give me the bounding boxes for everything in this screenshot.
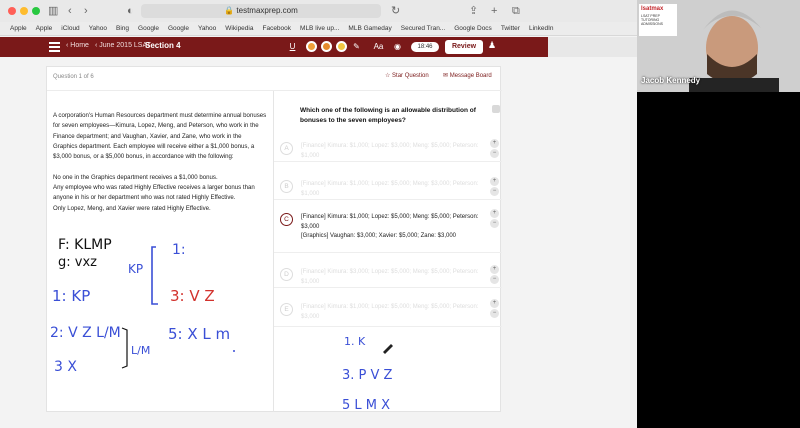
app-toolbar: ‹ Home ‹ June 2015 LSAT Section 4 U ✎ Aa… (0, 37, 548, 57)
answer-option-a[interactable]: A [Finance] Kimura: $1,000; Lopez: $3,00… (274, 135, 502, 162)
bookmark-item[interactable]: Google (138, 25, 159, 32)
share-icon[interactable]: ⇪ (469, 4, 478, 18)
bookmark-item[interactable]: Apple (10, 25, 27, 32)
forward-icon[interactable]: › (84, 4, 88, 18)
logo-subtitle: LSAT PREP TUTORING ADMISSIONS (641, 14, 663, 26)
highlight-orange-icon[interactable] (306, 41, 317, 52)
timer[interactable]: 18:46 (411, 42, 439, 52)
expand-icon[interactable]: + (490, 209, 499, 218)
message-icon: ✉ (443, 73, 450, 79)
tab-overview-icon[interactable]: ⧉ (512, 4, 520, 18)
message-board-label: Message Board (449, 73, 492, 79)
expand-icon[interactable]: + (490, 177, 499, 186)
passage-paragraph: A corporation's Human Resources departme… (53, 112, 267, 161)
star-icon: ☆ (385, 73, 393, 79)
bookmark-item[interactable]: MLB Gameday (348, 25, 391, 32)
passage: A corporation's Human Resources departme… (53, 111, 267, 224)
answer-option-c[interactable]: C [Finance] Kimura: $1,000; Lopez: $5,00… (274, 205, 502, 253)
title-bar: ▥ ‹ › ◐ 🔒 testmaxprep.com ↻ ⇪ + ⧉ (0, 0, 637, 22)
logo-title: lsatmax (641, 6, 664, 12)
question-card: Question 1 of 6 ☆ Star Question ✉ Messag… (46, 66, 502, 413)
eliminate-icon[interactable]: − (490, 219, 499, 228)
eliminate-icon[interactable]: − (490, 187, 499, 196)
sidebar-icon[interactable]: ▥ (48, 4, 58, 18)
bookmark-item[interactable]: iCloud (61, 25, 79, 32)
star-question-button[interactable]: ☆ Star Question (385, 72, 429, 79)
passage-rules: No one in the Graphics department receiv… (53, 173, 255, 212)
option-letter: A (280, 142, 293, 155)
menu-icon[interactable] (49, 42, 60, 52)
section-title: Section 4 (145, 41, 181, 50)
highlight-dark-orange-icon[interactable] (321, 41, 332, 52)
bookmark-item[interactable]: MLB live up... (300, 25, 339, 32)
back-icon[interactable]: ‹ (68, 4, 72, 18)
option-letter: C (280, 213, 293, 226)
question-stem: Which one of the following is an allowab… (300, 107, 476, 124)
bookmark-item[interactable]: Twitter (501, 25, 520, 32)
eliminate-icon[interactable]: − (490, 309, 499, 318)
home-link[interactable]: ‹ Home (66, 42, 89, 49)
new-tab-icon[interactable]: + (491, 4, 497, 18)
test-link[interactable]: ‹ June 2015 LSAT (95, 42, 151, 49)
bookmark-item[interactable]: Yahoo (89, 25, 107, 32)
lock-icon: 🔒 (224, 6, 237, 15)
answer-option-d[interactable]: D [Finance] Kimura: $3,000; Lopez: $5,00… (274, 261, 502, 288)
window-controls (8, 7, 40, 15)
font-size-icon[interactable]: Aa (373, 41, 384, 52)
eliminate-icon[interactable]: − (490, 275, 499, 284)
option-text: [Finance] Kimura: $1,000; Lopez: $3,000;… (301, 143, 479, 159)
eliminate-icon[interactable]: − (490, 149, 499, 158)
reload-icon[interactable]: ↻ (391, 4, 400, 18)
expand-icon[interactable]: + (490, 139, 499, 148)
answer-option-e[interactable]: E [Finance] Kimura: $1,000; Lopez: $5,00… (274, 295, 502, 327)
bookmark-item[interactable]: Google Docs (454, 25, 492, 32)
review-button[interactable]: Review (445, 40, 483, 54)
underline-icon[interactable]: U (287, 41, 298, 52)
bookmark-item[interactable]: LinkedIn (529, 25, 554, 32)
zoom-window-button[interactable] (32, 7, 40, 15)
option-letter: E (280, 303, 293, 316)
bookmark-item[interactable]: Apple (36, 25, 53, 32)
eye-icon[interactable]: ◉ (392, 41, 403, 52)
option-text: [Finance] Kimura: $1,000; Lopez: $5,000;… (301, 304, 479, 320)
address-bar[interactable]: 🔒 testmaxprep.com (141, 4, 381, 18)
header-divider (47, 90, 502, 91)
option-text: [Finance] Kimura: $1,000; Lopez: $5,000;… (301, 181, 479, 197)
lsatmax-logo: lsatmax LSAT PREP TUTORING ADMISSIONS (639, 4, 677, 36)
bookmark-item[interactable]: Facebook (262, 25, 291, 32)
bookmark-item[interactable]: Bing (116, 25, 129, 32)
user-icon[interactable]: ♟ (488, 40, 496, 51)
bookmark-item[interactable]: Google (168, 25, 189, 32)
minimize-window-button[interactable] (20, 7, 28, 15)
bookmark-item[interactable]: Yahoo (198, 25, 216, 32)
option-text: [Finance] Kimura: $1,000; Lopez: $5,000;… (301, 214, 479, 239)
privacy-icon[interactable]: ◐ (127, 4, 134, 18)
answer-option-b[interactable]: B [Finance] Kimura: $1,000; Lopez: $5,00… (274, 173, 502, 200)
option-letter: B (280, 180, 293, 193)
message-board-button[interactable]: ✉ Message Board (443, 72, 492, 79)
bookmark-item[interactable]: Wikipedia (225, 25, 253, 32)
option-text: [Finance] Kimura: $3,000; Lopez: $5,000;… (301, 269, 479, 285)
webcam-feed: lsatmax LSAT PREP TUTORING ADMISSIONS Ja… (637, 0, 800, 92)
page-footer (0, 412, 637, 428)
question-counter: Question 1 of 6 (53, 74, 94, 80)
bookmark-item[interactable]: Secured Tran... (401, 25, 445, 32)
eraser-icon[interactable]: ✎ (351, 41, 362, 52)
bookmarks-bar: Apple Apple iCloud Yahoo Bing Google Goo… (0, 22, 637, 36)
option-letter: D (280, 268, 293, 281)
flag-icon[interactable] (492, 105, 500, 113)
url-text: testmaxprep.com (236, 6, 298, 15)
highlight-yellow-icon[interactable] (336, 41, 347, 52)
toolbar-gap (548, 37, 637, 57)
close-window-button[interactable] (8, 7, 16, 15)
browser-window: ▥ ‹ › ◐ 🔒 testmaxprep.com ↻ ⇪ + ⧉ Apple … (0, 0, 637, 428)
presenter-name: Jacob Kennedy (641, 76, 701, 85)
expand-icon[interactable]: + (490, 265, 499, 274)
expand-icon[interactable]: + (490, 299, 499, 308)
star-question-label: Star Question (392, 73, 429, 79)
